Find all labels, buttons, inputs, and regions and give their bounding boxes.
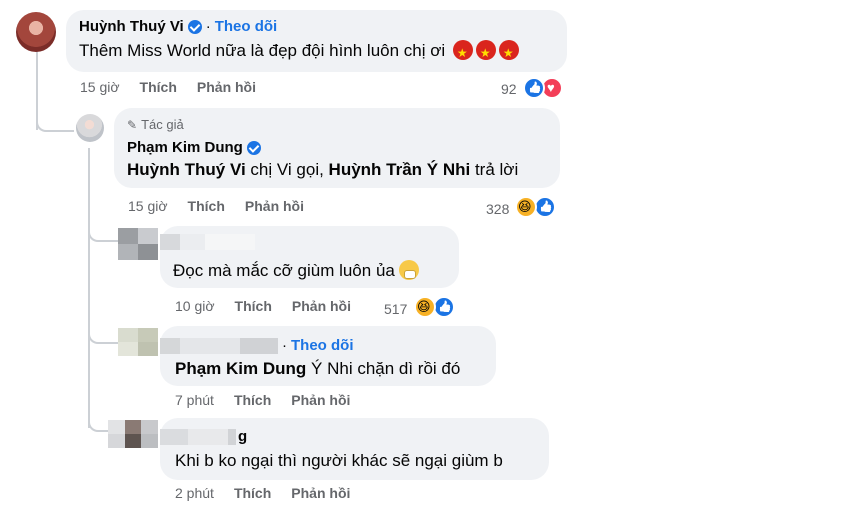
- avatar[interactable]: [16, 12, 56, 52]
- blurred-author-name[interactable]: [160, 337, 278, 354]
- comment-text: Thêm Miss World nữa là đẹp đội hình luôn…: [79, 40, 519, 64]
- comment-actions: 15 giờ Thích Phản hồi: [128, 198, 304, 214]
- comment-time[interactable]: 15 giờ: [80, 79, 120, 95]
- avatar[interactable]: [108, 420, 158, 448]
- separator-dot: ·: [282, 337, 287, 354]
- pencil-icon: ✎: [127, 117, 138, 132]
- comment-bubble: Huỳnh Thuý Vi · Theo dõi Thêm Miss World…: [66, 10, 567, 72]
- cold-sweat-emoji-icon: [398, 260, 419, 280]
- like-button[interactable]: Thích: [188, 198, 225, 214]
- comment-time[interactable]: 7 phút: [175, 392, 214, 408]
- thread-elbow-sub1: [88, 220, 118, 242]
- like-button[interactable]: Thích: [234, 392, 271, 408]
- follow-button[interactable]: Theo dõi: [215, 18, 278, 35]
- comment-text: Khi b ko ngại thì người khác sẽ ngại giù…: [175, 451, 503, 470]
- comment-time[interactable]: 15 giờ: [128, 198, 168, 214]
- haha-reaction-icon: [414, 296, 436, 318]
- comment-actions: 2 phút Thích Phản hồi: [175, 485, 350, 501]
- comment-bubble: g Khi b ko ngại thì người khác sẽ ngại g…: [160, 418, 549, 480]
- mention-link[interactable]: Huỳnh Thuý Vi: [127, 160, 246, 179]
- follow-button[interactable]: Theo dõi: [291, 337, 354, 354]
- avatar[interactable]: [118, 228, 158, 260]
- like-button[interactable]: Thích: [235, 298, 272, 314]
- comment-bubble: · Theo dõi Phạm Kim Dung Ý Nhi chặn dì r…: [160, 326, 496, 386]
- verified-icon: [187, 19, 202, 34]
- like-reaction-icon: [523, 77, 545, 99]
- comment-text: Phạm Kim Dung Ý Nhi chặn dì rồi đó: [175, 359, 461, 378]
- haha-reaction-icon: [515, 196, 537, 218]
- reply-button[interactable]: Phản hồi: [291, 485, 350, 501]
- mention-link[interactable]: Phạm Kim Dung: [175, 359, 306, 378]
- like-reaction-icon: [534, 196, 556, 218]
- comment-author[interactable]: Huỳnh Thuý Vi: [79, 18, 202, 35]
- mention-link[interactable]: Huỳnh Trần Ý Nhi: [329, 160, 471, 179]
- blurred-author-name[interactable]: [160, 429, 236, 445]
- like-button[interactable]: Thích: [140, 79, 177, 95]
- comment-time[interactable]: 2 phút: [175, 485, 214, 501]
- reply-button[interactable]: Phản hồi: [197, 79, 256, 95]
- reply-button[interactable]: Phản hồi: [292, 298, 351, 314]
- reaction-count[interactable]: 328: [486, 201, 509, 217]
- verified-icon: [246, 140, 261, 155]
- like-reaction-icon: [433, 296, 455, 318]
- comment-text: Huỳnh Thuý Vi chị Vi gọi, Huỳnh Trần Ý N…: [127, 160, 519, 179]
- reply-button[interactable]: Phản hồi: [291, 392, 350, 408]
- thread-elbow-sub2: [88, 322, 118, 344]
- reaction-count[interactable]: 517: [384, 301, 407, 317]
- separator-dot: ·: [205, 18, 211, 35]
- thread-elbow-reply: [36, 110, 74, 132]
- comment-author[interactable]: Phạm Kim Dung: [127, 139, 261, 156]
- reply-button[interactable]: Phản hồi: [245, 198, 304, 214]
- comment-bubble: Đọc mà mắc cỡ giùm luôn ủa: [160, 226, 459, 288]
- like-button[interactable]: Thích: [234, 485, 271, 501]
- author-badge: ✎ Tác giả: [127, 117, 184, 132]
- thread-line-reply: [88, 148, 90, 428]
- comment-actions: 10 giờ Thích Phản hồi: [175, 298, 351, 314]
- avatar[interactable]: [118, 328, 158, 356]
- avatar[interactable]: [76, 114, 104, 142]
- comment-time[interactable]: 10 giờ: [175, 298, 215, 314]
- comment-bubble: ✎ Tác giả Phạm Kim Dung Huỳnh Thuý Vi ch…: [114, 108, 560, 188]
- comment-actions: 15 giờ Thích Phản hồi: [80, 79, 256, 95]
- blurred-author-name[interactable]: [160, 234, 255, 250]
- comment-text: Đọc mà mắc cỡ giùm luôn ủa: [173, 260, 419, 282]
- reaction-count[interactable]: 92: [501, 81, 517, 97]
- vietnam-flag-icon: [475, 40, 496, 64]
- vietnam-flag-icon: [498, 40, 519, 64]
- vietnam-flag-icon: [452, 40, 473, 64]
- comment-actions: 7 phút Thích Phản hồi: [175, 392, 350, 408]
